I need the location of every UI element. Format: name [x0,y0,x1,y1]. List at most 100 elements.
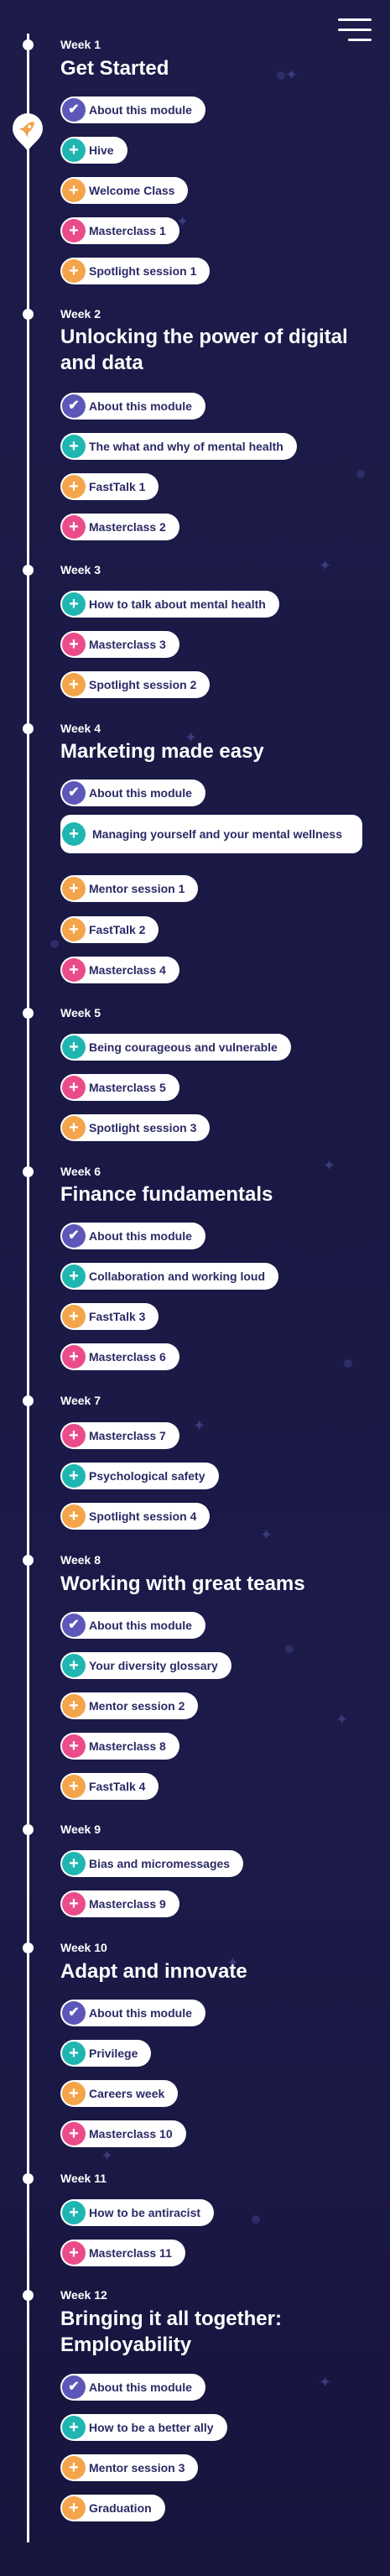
session-item[interactable]: + Careers week [60,2080,179,2107]
plus-circle-icon: + [62,435,86,458]
session-item-label: Masterclass 10 [89,2127,173,2141]
session-item[interactable]: + Masterclass 1 [60,217,179,244]
module-title: Unlocking the power of digital and data [60,326,348,374]
session-item-label: Your diversity glossary [89,1659,218,1672]
session-item[interactable]: ✔ About this module [60,393,205,420]
session-item[interactable]: + Spotlight session 2 [60,671,211,698]
session-item[interactable]: + How to be antiracist [60,2199,215,2226]
session-item[interactable]: + Masterclass 10 [60,2120,186,2147]
week-label: Week 6 [60,1165,101,1178]
session-item[interactable]: ✔ About this module [60,2000,205,2026]
session-item[interactable]: + How to be a better ally [60,2414,227,2441]
session-item[interactable]: ✔ About this module [60,1612,205,1639]
plus-circle-icon: + [62,1464,86,1488]
session-item-label: The what and why of mental health [89,440,283,453]
module-title: Finance fundamentals [60,1183,273,1206]
session-item-label: Mentor session 2 [89,1699,185,1713]
session-item[interactable]: + Masterclass 11 [60,2240,185,2266]
star-decoration: ✦ [101,2147,114,2164]
session-item[interactable]: + Welcome Class [60,177,189,204]
session-item[interactable]: ✔ About this module [60,2374,205,2401]
plus-circle-icon: + [62,1035,86,1059]
session-item[interactable]: + Spotlight session 4 [60,1503,211,1530]
plus-circle-icon: + [62,1345,86,1369]
session-item[interactable]: + Graduation [60,2495,165,2521]
dot-decoration [285,1645,294,1653]
plus-circle-icon: + [62,2122,86,2146]
session-item[interactable]: + FastTalk 2 [60,916,159,943]
plus-circle-icon: + [62,673,86,696]
session-item[interactable]: + Masterclass 7 [60,1422,179,1449]
plus-circle-icon: + [62,1734,86,1758]
session-item[interactable]: ✔ About this module [60,1223,205,1249]
session-item[interactable]: ✔ About this module [60,96,205,123]
session-item[interactable]: + Masterclass 5 [60,1074,179,1101]
session-item[interactable]: + Mentor session 2 [60,1692,199,1719]
session-item[interactable]: + Managing yourself and your mental welln… [60,815,362,853]
session-item-label: About this module [89,2006,192,2020]
session-item[interactable]: + FastTalk 3 [60,1303,159,1330]
session-item-label: About this module [89,1229,192,1243]
hamburger-menu-icon[interactable] [338,18,372,42]
session-item[interactable]: + Masterclass 6 [60,1343,179,1370]
plus-circle-icon: + [62,1265,86,1288]
session-item[interactable]: + Masterclass 3 [60,631,179,658]
session-item[interactable]: + Spotlight session 1 [60,258,211,284]
plus-circle-icon: + [62,515,86,539]
plus-circle-icon: + [62,1504,86,1528]
session-item[interactable]: + FastTalk 4 [60,1773,159,1800]
plus-circle-icon: + [62,918,86,941]
session-item[interactable]: + Collaboration and working loud [60,1263,278,1290]
session-item-label: Masterclass 6 [89,1350,166,1364]
session-item[interactable]: + Being courageous and vulnerable [60,1034,291,1061]
session-item-label: Careers week [89,2087,165,2100]
session-item[interactable]: + How to talk about mental health [60,591,279,618]
plus-circle-icon: + [62,1852,86,1875]
session-item[interactable]: + Masterclass 9 [60,1890,179,1917]
session-item-label: Spotlight session 4 [89,1510,197,1523]
plus-circle-icon: + [62,1694,86,1718]
timeline-dot [23,1824,34,1835]
session-item[interactable]: + Bias and micromessages [60,1850,244,1877]
session-item[interactable]: ✔ About this module [60,780,205,806]
module-title: Get Started [60,57,169,80]
timeline-dot [23,1555,34,1566]
timeline-dot [23,39,34,50]
plus-circle-icon: + [62,1116,86,1139]
session-item[interactable]: + Psychological safety [60,1463,219,1489]
dot-decoration [344,1359,352,1368]
session-item-label: Bias and micromessages [89,1857,231,1870]
session-item[interactable]: + Your diversity glossary [60,1652,231,1679]
week-label: Week 11 [60,2172,107,2185]
timeline-dot [23,2290,34,2301]
session-item[interactable]: + Mentor session 3 [60,2454,199,2481]
session-item-label: FastTalk 4 [89,1780,146,1793]
dot-decoration [50,940,59,948]
session-item[interactable]: + Spotlight session 3 [60,1114,211,1141]
timeline-line [27,34,29,2542]
plus-circle-icon: + [62,1775,86,1798]
plus-circle-icon: + [62,1892,86,1916]
session-item-label: Psychological safety [89,1469,205,1483]
session-item[interactable]: + Masterclass 8 [60,1733,179,1760]
week-label: Week 4 [60,722,101,735]
session-item-label: Being courageous and vulnerable [89,1040,278,1054]
timeline-dot [23,1166,34,1177]
session-item-label: Welcome Class [89,184,175,197]
session-item[interactable]: + The what and why of mental health [60,433,297,460]
session-item-label: Privilege [89,2047,138,2060]
session-item[interactable]: + Masterclass 4 [60,957,179,983]
session-item[interactable]: + Privilege [60,2040,152,2067]
session-item[interactable]: + Masterclass 2 [60,514,179,540]
plus-circle-icon: + [62,633,86,656]
timeline-dot [23,2173,34,2184]
session-item[interactable]: + FastTalk 1 [60,473,159,500]
star-decoration: ✦ [319,557,332,574]
session-item-label: Mentor session 1 [89,882,185,895]
plus-circle-icon: + [62,2201,86,2224]
week-label: Week 10 [60,1941,107,1954]
session-item[interactable]: + Mentor session 1 [60,875,199,902]
session-item-label: Collaboration and working loud [89,1270,265,1283]
session-item[interactable]: + Hive [60,137,127,164]
session-item-label: Spotlight session 3 [89,1121,197,1134]
